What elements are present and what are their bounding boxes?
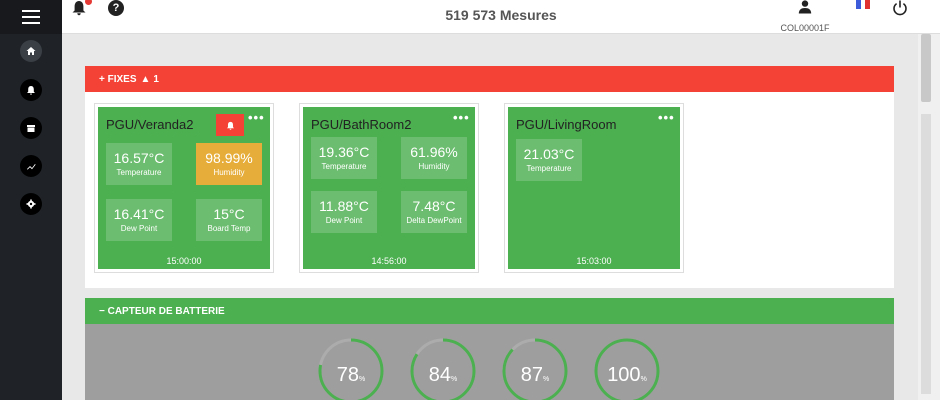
power-icon bbox=[893, 0, 907, 16]
top-bar: ? 519 573 Mesures COL00001F bbox=[62, 0, 940, 34]
card-title: PGU/LivingRoom bbox=[516, 117, 617, 132]
fixes-header[interactable]: + FIXES ▲ 1 bbox=[85, 66, 894, 92]
sidebar-item-home[interactable] bbox=[20, 40, 42, 62]
tile-value: 19.36°C bbox=[318, 144, 370, 160]
fixes-alert-count: 1 bbox=[153, 73, 159, 85]
battery-gauge: 84% bbox=[408, 336, 478, 400]
tile-dew-point: 11.88°C Dew Point bbox=[311, 191, 377, 233]
battery-gauge-value: 84% bbox=[408, 364, 478, 387]
card-title: PGU/Veranda2 bbox=[106, 117, 194, 132]
tile-value: 7.48°C bbox=[412, 198, 456, 214]
tile-temperature: 21.03°C Temperature bbox=[516, 139, 582, 181]
tile-label: Dew Point bbox=[325, 216, 363, 225]
battery-level-number: 87 bbox=[520, 364, 543, 386]
tile-value: 21.03°C bbox=[523, 146, 575, 162]
battery-level-number: 78 bbox=[336, 364, 359, 386]
battery-gauge-value: 78% bbox=[316, 364, 386, 387]
user-icon bbox=[798, 0, 812, 14]
card-menu-icon[interactable]: ••• bbox=[248, 111, 265, 124]
tile-label: Temperature bbox=[321, 162, 367, 171]
scrollbar[interactable] bbox=[918, 34, 940, 400]
battery-header[interactable]: − CAPTEUR DE BATTERIE bbox=[85, 298, 894, 324]
tile-delta-dewpoint: 7.48°C Delta DewPoint bbox=[401, 191, 467, 233]
sensor-card-bathroom2[interactable]: PGU/BathRoom2 ••• 19.36°C Temperature 61… bbox=[299, 103, 479, 273]
tile-value: 15°C bbox=[213, 206, 245, 222]
tile-label: Humidity bbox=[418, 162, 450, 171]
tile-temperature: 19.36°C Temperature bbox=[311, 137, 377, 179]
sidebar bbox=[0, 0, 62, 400]
tile-value: 16.41°C bbox=[113, 206, 165, 222]
tile-label: Delta DewPoint bbox=[406, 216, 462, 225]
sidebar-item-archive[interactable] bbox=[20, 117, 42, 139]
bell-icon bbox=[226, 121, 234, 130]
tile-humidity: 98.99% Humidity bbox=[196, 143, 262, 185]
battery-gauge-value: 100% bbox=[592, 364, 662, 387]
tile-value: 11.88°C bbox=[319, 198, 369, 214]
notification-badge bbox=[85, 0, 92, 5]
sensor-card-veranda2[interactable]: PGU/Veranda2 ••• 16.57°C Temperature 98.… bbox=[94, 103, 274, 273]
tile-dew-point: 16.41°C Dew Point bbox=[106, 199, 172, 241]
sidebar-item-trends[interactable] bbox=[20, 155, 42, 177]
battery-gauge: 100% bbox=[592, 336, 662, 400]
battery-level-number: 84 bbox=[428, 364, 451, 386]
trend-icon bbox=[27, 164, 36, 170]
fixes-label: + FIXES bbox=[99, 73, 137, 85]
sidebar-item-alerts[interactable] bbox=[20, 79, 42, 101]
tile-value: 16.57°C bbox=[113, 150, 165, 166]
battery-gauge: 78% bbox=[316, 336, 386, 400]
bell-icon bbox=[27, 86, 35, 95]
tile-label: Board Temp bbox=[207, 224, 251, 233]
tile-value: 98.99% bbox=[205, 150, 253, 166]
battery-gauge-value: 87% bbox=[500, 364, 570, 387]
tile-label: Dew Point bbox=[120, 224, 158, 233]
menu-button[interactable] bbox=[0, 0, 62, 34]
card-title: PGU/BathRoom2 bbox=[311, 117, 412, 132]
gear-icon bbox=[26, 199, 36, 209]
battery-gauge: 87% bbox=[500, 336, 570, 400]
sidebar-item-settings[interactable] bbox=[20, 193, 42, 215]
card-time: 14:56:00 bbox=[371, 256, 407, 266]
warning-icon: ▲ bbox=[140, 73, 151, 85]
language-flag-icon[interactable] bbox=[856, 0, 871, 9]
tile-label: Humidity bbox=[213, 168, 245, 177]
archive-icon bbox=[27, 125, 35, 132]
alert-button[interactable] bbox=[216, 114, 244, 136]
user-id: COL00001F bbox=[780, 23, 830, 33]
battery-level-number: 100 bbox=[607, 364, 641, 386]
sensor-card-livingroom[interactable]: PGU/LivingRoom ••• 21.03°C Temperature 1… bbox=[504, 103, 684, 273]
battery-unit: % bbox=[359, 376, 366, 383]
battery-unit: % bbox=[543, 376, 550, 383]
home-icon bbox=[26, 47, 36, 55]
tile-humidity: 61.96% Humidity bbox=[401, 137, 467, 179]
scrollbar-thumb[interactable] bbox=[921, 34, 931, 102]
tile-board-temp: 15°C Board Temp bbox=[196, 199, 262, 241]
card-menu-icon[interactable]: ••• bbox=[658, 111, 675, 124]
user-menu[interactable]: COL00001F bbox=[770, 0, 840, 33]
scrollbar-track bbox=[921, 114, 931, 394]
logout-button[interactable] bbox=[892, 0, 908, 16]
tile-label: Temperature bbox=[526, 164, 572, 173]
card-time: 15:00:00 bbox=[166, 256, 202, 266]
battery-label: − CAPTEUR DE BATTERIE bbox=[99, 305, 225, 317]
card-time: 15:03:00 bbox=[576, 256, 612, 266]
tile-value: 61.96% bbox=[410, 144, 458, 160]
tile-label: Temperature bbox=[116, 168, 162, 177]
battery-panel: − CAPTEUR DE BATTERIE bbox=[85, 298, 894, 400]
battery-unit: % bbox=[640, 376, 647, 383]
hamburger-icon bbox=[22, 10, 40, 24]
card-menu-icon[interactable]: ••• bbox=[453, 111, 470, 124]
tile-temperature: 16.57°C Temperature bbox=[106, 143, 172, 185]
battery-unit: % bbox=[451, 376, 458, 383]
